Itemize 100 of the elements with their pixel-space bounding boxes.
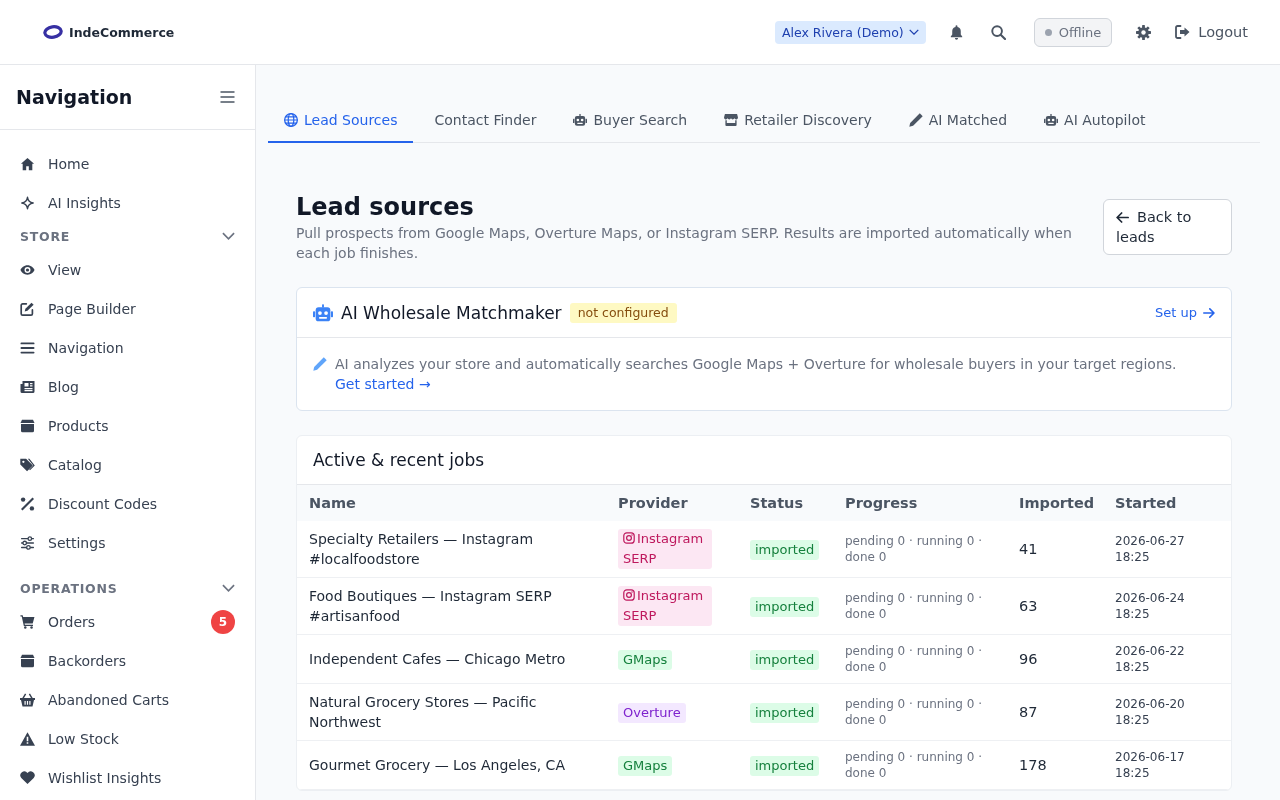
sidebar-item[interactable]: Navigation [0,328,255,367]
provider-tag: GMaps [618,755,673,776]
sidebar-item[interactable]: Blog [0,367,255,406]
column-header: Name [297,485,606,521]
table-cell: Specialty Retailers — Instagram #localfoodstore [297,521,606,578]
tab[interactable]: AI Matched [892,99,1024,143]
table-cell: Gourmet Grocery — Los Angeles, CA [297,740,606,790]
sidebar-item[interactable]: Wishlist Insights [0,758,255,797]
arrow-right-icon [1203,307,1215,318]
user-menu[interactable]: Alex Rivera (Demo) [774,20,926,44]
eye-icon [20,262,35,277]
notifications-button[interactable] [949,24,963,40]
pencil-icon [313,357,327,371]
count-badge: 5 [211,609,235,634]
sidebar-item[interactable]: Abandoned Carts [0,680,255,719]
tab[interactable]: Lead Sources [268,99,414,143]
home-icon [20,156,35,171]
globe-icon [284,113,298,127]
card-title: AI Wholesale Matchmaker [341,302,562,323]
list-icon [20,340,35,355]
sidebar-item[interactable]: Orders 5 [0,602,255,641]
table-cell: pending 0 · running 0 · done 0 [833,521,1007,578]
table-cell: pending 0 · running 0 · done 0 [833,577,1007,635]
table-cell: 2026-06-24 18:25 [1103,577,1231,635]
section-header[interactable]: OPERATIONS [0,574,255,602]
status-tag: imported [750,702,820,723]
provider-tag: GMaps [618,649,673,670]
table-cell: pending 0 · running 0 · done 0 [833,634,1007,684]
table-cell: Natural Grocery Stores — Pacific Northwest [297,683,606,741]
tab[interactable]: AI Autopilot [1028,99,1162,143]
table-cell: 63 [1007,577,1103,635]
sidebar-item[interactable]: Discount Codes [0,484,255,523]
sidebar-title: Navigation [16,86,133,108]
robot-icon [313,303,333,322]
sidebar-item[interactable]: Page Builder [0,289,255,328]
sidebar-item[interactable]: View [0,250,255,289]
table-cell: 2026-06-22 18:25 [1103,634,1231,684]
sidebar-item[interactable]: Catalog [0,445,255,484]
brand-name: IndeCommerce [69,24,175,40]
page-title: Lead sources [296,192,475,223]
setup-link[interactable]: Set up [1155,305,1215,320]
sidebar-item[interactable]: Settings [0,523,255,562]
table-cell: Food Boutiques — Instagram SERP #artisanfood [297,577,606,635]
status-tag: not configured [569,302,677,323]
table-cell: 87 [1007,683,1103,741]
column-header: Provider [606,485,738,521]
box-icon [20,653,35,668]
column-header: Status [738,485,833,521]
sparkle-icon [20,195,35,210]
table-cell: pending 0 · running 0 · done 0 [833,740,1007,790]
sliders-icon [20,535,35,550]
provider-tag: Overture [618,702,686,723]
get-started-link[interactable]: Get started → [335,376,431,392]
table-cell: 2026-06-17 18:25 [1103,740,1231,790]
sidebar-item[interactable]: Products [0,406,255,445]
status-tag: imported [750,755,820,776]
tab[interactable]: Retailer Discovery [708,99,888,143]
table-cell: 96 [1007,634,1103,684]
provider-tag: Instagram SERP [618,586,712,626]
robot-icon [1044,113,1059,127]
sidebar-item[interactable]: Home [0,144,255,183]
heart-icon [20,770,35,785]
camera-icon [623,589,635,601]
section-header[interactable]: STORE [0,222,255,250]
logo-icon [43,25,63,39]
column-header: Imported [1007,485,1103,521]
connection-label: Offline [1058,24,1102,40]
settings-icon [1136,24,1152,40]
sidebar-item[interactable]: Backorders [0,641,255,680]
status-tag: imported [750,539,820,560]
robot-icon [573,113,588,127]
newspaper-icon [20,379,35,394]
bell-icon [949,24,963,40]
logout-icon [1175,25,1191,39]
pencil-icon [908,113,923,127]
table-cell: 2026-06-20 18:25 [1103,683,1231,741]
arrow-left-icon [1116,212,1129,223]
logout-button[interactable]: Logout [1175,24,1248,40]
sidebar-item[interactable]: Low Stock [0,719,255,758]
cart-icon [20,614,35,629]
tab[interactable]: Buyer Search [557,99,704,143]
edit-icon [20,301,35,316]
table-cell: 41 [1007,521,1103,578]
menu-button[interactable] [220,91,235,103]
tab[interactable]: Contact Finder [418,99,553,143]
card-title: Active & recent jobs [313,450,485,470]
chevron-down-icon [908,29,919,35]
percent-icon [20,496,35,511]
column-header: Started [1103,485,1231,521]
basket-icon [20,692,35,707]
table-cell: 2026-06-27 18:25 [1103,521,1231,578]
sidebar-item[interactable]: AI Insights [0,183,255,222]
back-button[interactable]: Back to leads [1103,199,1232,255]
status-tag: imported [750,649,820,670]
warning-icon [20,731,35,746]
settings-button[interactable] [1136,24,1152,40]
column-header: Progress [833,485,1007,521]
tags-icon [20,457,35,472]
table-cell: Independent Cafes — Chicago Metro [297,634,606,684]
provider-tag: Instagram SERP [618,529,712,569]
